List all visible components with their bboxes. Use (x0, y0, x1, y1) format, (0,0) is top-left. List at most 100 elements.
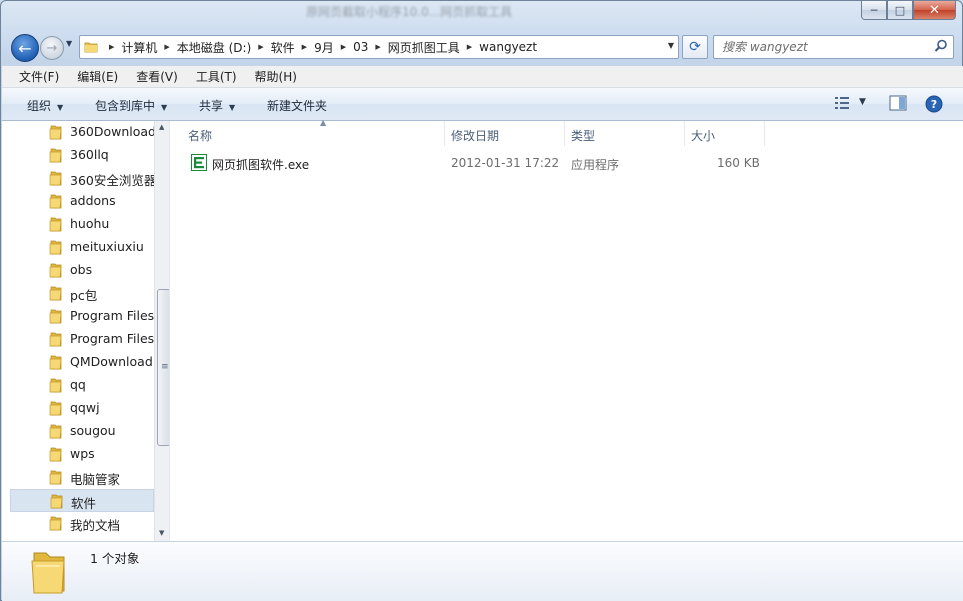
tree-item[interactable]: obs (10, 259, 154, 282)
include-in-library-button[interactable]: 包含到库中 ▼ (95, 97, 167, 114)
menu-file[interactable]: 文件(F) (10, 68, 68, 85)
view-options-button[interactable] (834, 95, 852, 114)
address-bar[interactable]: ▶ 计算机 ▶ 本地磁盘 (D:) ▶ 软件 ▶ 9月 ▶ 03 ▶ 网页抓图工具 ▶ wa… (79, 35, 679, 59)
tree-item[interactable]: 360Downloads (10, 121, 154, 144)
folder-icon (49, 424, 62, 439)
tree-item[interactable]: Program Files (10, 305, 154, 328)
folder-icon (49, 401, 62, 416)
new-folder-button[interactable]: 新建文件夹 (267, 97, 327, 114)
tree-item[interactable]: QMDownload (10, 351, 154, 374)
breadcrumb-item-current[interactable]: wangyezt (479, 36, 537, 58)
column-size-label: 大小 (691, 129, 716, 143)
organize-label: 组织 (27, 99, 52, 113)
column-header-size[interactable]: 大小 (685, 121, 765, 146)
scrollbar-thumb[interactable]: ≡ (157, 289, 169, 446)
close-button[interactable]: ✕ (913, 1, 956, 20)
column-header-type[interactable]: 类型 (565, 121, 685, 146)
folder-icon (80, 40, 102, 54)
breadcrumb-separator-icon[interactable]: ▶ (334, 43, 353, 51)
file-size: 160 KB (717, 156, 760, 170)
scroll-up-icon[interactable]: ▲ (159, 123, 164, 131)
tree-item-label: 软件 (71, 496, 97, 511)
tree-item-label: QMDownload (70, 354, 153, 369)
sort-ascending-icon: ▲ (320, 118, 327, 127)
forward-button[interactable]: → (40, 36, 64, 60)
menu-bar: 文件(F) 编辑(E) 查看(V) 工具(T) 帮助(H) (2, 66, 963, 88)
tree-item[interactable]: Program Files (10, 328, 154, 351)
folder-icon (49, 263, 62, 278)
tree-item[interactable]: addons (10, 190, 154, 213)
search-box[interactable] (713, 35, 954, 59)
file-name: 网页抓图软件.exe (212, 158, 310, 172)
breadcrumb-item[interactable]: 计算机 ▶ (121, 36, 176, 58)
column-modified-label: 修改日期 (451, 129, 500, 143)
tree-item-label: 我的文档 (70, 518, 121, 533)
details-pane: 1 个对象 (2, 541, 963, 601)
breadcrumb-separator-icon[interactable]: ▶ (295, 43, 314, 51)
recent-pages-dropdown[interactable]: ▼ (66, 39, 72, 48)
folder-icon (49, 148, 62, 163)
view-dropdown-icon[interactable]: ▼ (859, 97, 866, 107)
tree-item[interactable]: 我的文档 (10, 512, 154, 535)
tree-item-label: 360安全浏览器 (70, 173, 154, 188)
tree-item-label: obs (70, 262, 93, 277)
maximize-button[interactable]: □ (887, 1, 913, 20)
tree-item[interactable]: qq (10, 374, 154, 397)
menu-edit[interactable]: 编辑(E) (68, 68, 127, 85)
refresh-button[interactable]: ⟳ (682, 35, 708, 59)
organize-button[interactable]: 组织 ▼ (27, 97, 63, 114)
breadcrumb-item[interactable]: 9月 ▶ (314, 36, 353, 58)
tree-item[interactable]: meituxiuxiu (10, 236, 154, 259)
folder-icon (49, 470, 62, 485)
breadcrumb-item[interactable]: 本地磁盘 (D:) ▶ (177, 36, 271, 58)
item-count: 1 个对象 (90, 551, 140, 566)
file-row[interactable]: 网页抓图软件.exe 2012-01-31 17:22 应用程序 160 KB (172, 151, 772, 175)
folder-icon (49, 378, 62, 393)
tree-item[interactable]: 360安全浏览器 (10, 167, 154, 190)
breadcrumb-separator-icon[interactable]: ▶ (157, 43, 176, 51)
breadcrumb-label: 网页抓图工具 (387, 40, 460, 55)
folder-icon (49, 286, 62, 301)
help-button[interactable]: ? (925, 95, 943, 116)
chevron-down-icon: ▼ (57, 103, 64, 112)
breadcrumb-label: 计算机 (121, 40, 158, 55)
breadcrumb-separator-icon[interactable]: ▶ (368, 43, 387, 51)
explorer-window: 原网页截取小程序10.0...网页抓取工具 ─ □ ✕ ← → ▼ ▶ 计算机 … (0, 0, 963, 601)
back-button[interactable]: ← (11, 34, 39, 62)
column-header-modified[interactable]: 修改日期 (445, 121, 565, 146)
breadcrumb-item[interactable]: 网页抓图工具 ▶ (388, 36, 479, 58)
column-header-name[interactable]: ▲ 名称 (182, 118, 445, 146)
back-arrow-icon: ← (18, 38, 32, 58)
tree-item[interactable]: huohu (10, 213, 154, 236)
menu-help[interactable]: 帮助(H) (246, 68, 306, 85)
folder-icon (49, 194, 62, 209)
tree-item[interactable]: 360llq (10, 144, 154, 167)
breadcrumb-label: wangyezt (479, 40, 538, 54)
menu-tools[interactable]: 工具(T) (187, 68, 246, 85)
search-icon[interactable] (934, 39, 948, 56)
breadcrumb-separator-icon[interactable]: ▶ (460, 43, 479, 51)
search-input[interactable] (722, 40, 922, 54)
menu-view[interactable]: 查看(V) (127, 68, 187, 85)
tree-item[interactable]: pc包 (10, 282, 154, 305)
file-type: 应用程序 (571, 158, 620, 172)
tree-item-label: addons (70, 193, 116, 208)
tree-item[interactable]: 软件 (10, 489, 154, 512)
command-bar: 组织 ▼ 包含到库中 ▼ 共享 ▼ 新建文件夹 ▼ ? (2, 88, 963, 121)
breadcrumb-root[interactable]: ▶ (102, 36, 121, 58)
tree-item[interactable]: sougou (10, 420, 154, 443)
minimize-button[interactable]: ─ (861, 1, 887, 20)
breadcrumb-item[interactable]: 03 ▶ (353, 36, 388, 58)
nav-pane-scrollbar[interactable]: ▲ ≡ ▼ (154, 121, 169, 541)
share-button[interactable]: 共享 ▼ (199, 97, 235, 114)
scroll-down-icon[interactable]: ▼ (159, 529, 164, 537)
folder-icon (50, 494, 63, 509)
preview-pane-button[interactable] (889, 95, 907, 114)
tree-item[interactable]: qqwj (10, 397, 154, 420)
tree-item[interactable]: wps (10, 443, 154, 466)
tree-item[interactable]: 电脑管家 (10, 466, 154, 489)
breadcrumb-item[interactable]: 软件 ▶ (271, 36, 314, 58)
tree-item-label: qq (70, 377, 86, 392)
breadcrumb-separator-icon[interactable]: ▶ (251, 43, 270, 51)
address-history-dropdown[interactable]: ▼ (668, 41, 674, 50)
